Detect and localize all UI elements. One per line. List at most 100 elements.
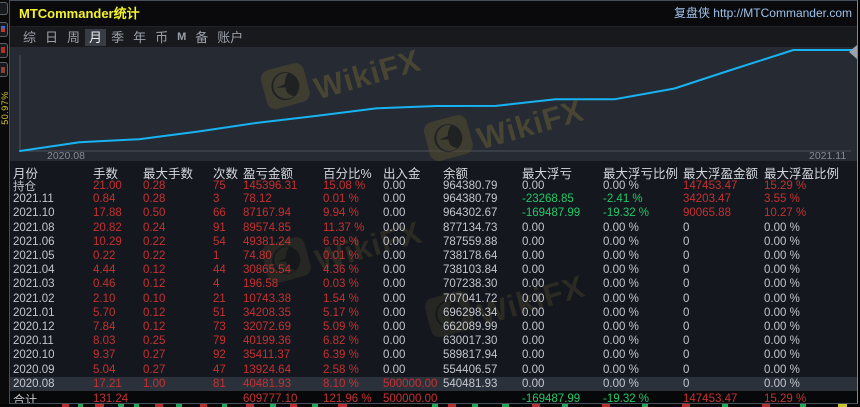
table-row[interactable]: 2021.08 20.82 0.24 91 89574.85 11.37 % 0.00 877… [10,221,857,235]
table-cell: 0.00 % [764,278,800,291]
table-cell: 20.82 [93,221,122,234]
table-row[interactable]: 2021.10 17.88 0.50 66 87167.94 9.94 % 0.00 9643… [10,206,857,220]
table-cell: 13924.64 [243,363,291,376]
table-cell: 0.00 [522,292,545,305]
table-cell: 34208.35 [243,306,291,319]
menu-item-10[interactable]: 账户 [217,30,243,45]
table-row[interactable]: 2021.02 2.10 0.10 21 10743.38 1.54 % 0.00 70704… [10,292,857,306]
table-cell: 0.00 % [764,292,800,305]
table-cell: 0.00 % [764,377,800,390]
table-cell: 2021.04 [13,264,55,277]
table-cell: 738178.64 [443,250,498,263]
table-cell: 35411.37 [243,349,291,362]
table-cell: 91 [213,221,226,234]
table-cell: 0.00 [522,221,545,234]
table-cell: 2021.08 [13,221,55,234]
background-toolbar-button[interactable] [0,22,8,37]
table-row[interactable]: 2020.09 5.04 0.27 47 13924.64 2.58 % 0.00 55440… [10,362,857,376]
table-cell: 0.12 [143,278,166,291]
table-cell: 0.00 [383,207,406,220]
table-cell: 0.00 % [603,278,639,291]
table-cell: 7.84 [93,320,116,333]
table-cell: 0.00 [383,221,406,234]
table-cell: 0.00 [522,363,545,376]
menu-item-6[interactable]: 年 [133,30,146,45]
table-cell: 34203.47 [683,193,731,206]
menu-item-8[interactable]: M [177,30,186,45]
table-cell: 707238.30 [443,278,498,291]
table-cell: 21.00 [93,180,122,192]
table-row[interactable]: 2021.04 4.44 0.12 44 30865.54 4.36 % 0.00 73810… [10,263,857,277]
table-cell: 0.00 [522,180,545,192]
table-cell: 44 [213,264,226,277]
table-cell: 2020.11 [13,335,54,348]
table-row[interactable]: 2020.11 8.03 0.25 79 40199.36 6.82 % 0.00 63001… [10,334,857,348]
table-cell: 0.12 [143,306,166,319]
table-cell: 0.00 [383,349,406,362]
table-cell: -19.32 % [603,393,650,404]
table-row[interactable]: 2020.10 9.37 0.27 92 35411.37 6.39 % 0.00 58981… [10,348,857,362]
table-row[interactable]: 2021.11 0.84 0.28 3 78.12 0.01 % 0.00 964380.79… [10,192,857,206]
table-cell: 10.29 [93,235,122,248]
table-row[interactable]: 2020.08 17.21 1.00 81 40481.93 8.10 % 500000.0… [10,376,857,391]
table-cell: 合计 [13,392,38,404]
table-cell: 2021.02 [13,292,55,305]
table-cell: 0.00 % [764,250,800,263]
table-row[interactable]: 2021.05 0.22 0.22 1 74.80 0.01 % 0.00 738178.64… [10,249,857,263]
table-cell: 32072.69 [243,320,291,333]
table-cell: 0.00 [383,292,406,305]
table-cell: 2021.05 [13,250,55,263]
menu-item-7[interactable]: 币 [155,30,168,45]
table-cell: 0.00 % [603,377,639,390]
table-cell: 5.70 [93,306,116,319]
background-toolbar-button[interactable] [0,43,8,58]
table-cell: 964302.67 [443,207,498,220]
table-cell: 4.36 % [323,264,359,277]
table-cell: 0.00 % [603,349,639,362]
table-cell: 78.12 [243,193,272,206]
table-cell: 0 [683,377,690,390]
background-toolbar-button[interactable] [0,2,8,15]
table-cell: 0.00 % [764,264,800,277]
table-cell: 81 [213,377,226,390]
menu-item-2[interactable]: 日 [45,30,58,45]
table-cell: 0.01 % [323,250,359,263]
equity-chart: 2020.08 2021.11 [10,47,857,162]
table-cell: 609777.10 [243,393,298,404]
table-cell: 196.58 [243,278,279,291]
table-cell: 0 [683,221,690,234]
table-cell: 0 [683,363,690,376]
table-cell: 0.00 % [764,235,800,248]
table-cell: 0.28 [143,193,166,206]
table-cell: 0 [683,235,690,248]
menu-item-1[interactable]: 综 [23,30,36,45]
table-cell: 73 [213,320,226,333]
menu-item-3[interactable]: 周 [67,30,80,45]
background-toolbar-button[interactable] [0,62,8,77]
menu-item-4[interactable]: 月 [85,28,107,46]
table-cell: 2021.01 [13,306,55,319]
menu-item-9[interactable]: 备 [195,30,208,45]
table-cell: 0.00 % [603,306,639,319]
table-cell: 4.44 [93,264,116,277]
table-row[interactable]: 2021.03 0.46 0.12 4 196.58 0.03 % 0.00 707238.3… [10,277,857,291]
table-row[interactable]: 2021.06 10.29 0.22 54 49381.24 6.69 % 0.00 7875… [10,235,857,249]
table-cell: 2020.12 [13,320,55,333]
table-cell: 554406.57 [443,363,498,376]
table-cell: 2020.09 [13,363,55,376]
table-cell: 0.00 [383,235,406,248]
stats-table: 月份 手数 最大手数 次数 盈亏金额 百分比% 出入金 余额 最大浮亏 最大浮亏比例 最大浮盈金额最… [10,161,857,403]
title-bar: MTCommander统计 复盘侠 http://MTCommander.com [10,1,857,27]
table-cell: -23268.85 [522,193,574,206]
table-row[interactable]: 2020.12 7.84 0.12 73 32072.69 5.09 % 0.00 66208… [10,320,857,334]
menu-item-5[interactable]: 季 [111,30,124,45]
table-cell: 121.96 % [323,393,372,404]
table-cell: 2021.10 [13,207,55,220]
splitter-collapse-arrow[interactable] [849,45,857,59]
table-row-total[interactable]: 合计 131.24 609777.10 121.96 % 500000.00 -16948… [10,390,857,404]
brand-link[interactable]: 复盘侠 http://MTCommander.com [674,1,852,26]
table-row[interactable]: 持仓 21.00 0.28 75 145396.31 15.08 % 0.00 964380.… [10,178,857,193]
table-cell: 9.37 [93,349,116,362]
stats-window: MTCommander统计 复盘侠 http://MTCommander.com… [9,0,858,404]
table-row[interactable]: 2021.01 5.70 0.12 51 34208.35 5.17 % 0.00 69629… [10,306,857,320]
